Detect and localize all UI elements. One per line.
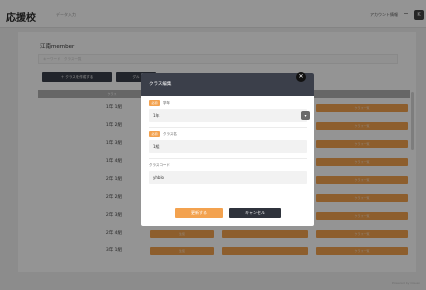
modal-header: クラス編集 [141,73,314,96]
required-badge: 必須 [149,100,160,106]
divider [149,158,307,159]
grade-value: 1年 [153,113,160,118]
modal-title: クラス編集 [149,82,172,87]
class-code-label: クラスコード [149,163,170,167]
class-code-field[interactable]: yhblo [149,171,307,184]
cancel-button[interactable]: キャンセル [229,208,281,218]
class-edit-modal: クラス編集 必須 学年 1年 ▾ 必須 クラス名 1組 クラスコード yhblo… [141,73,314,226]
grade-select[interactable]: 1年 ▾ [149,109,310,122]
close-icon[interactable]: ✕ [296,72,306,82]
class-name-label: クラス名 [163,132,177,136]
class-name-field[interactable]: 1組 [149,140,307,153]
save-button[interactable]: 更新する [175,208,223,218]
grade-label: 学年 [163,101,170,105]
chevron-down-icon[interactable]: ▾ [301,111,310,120]
required-badge: 必須 [149,131,160,137]
divider [149,127,307,128]
